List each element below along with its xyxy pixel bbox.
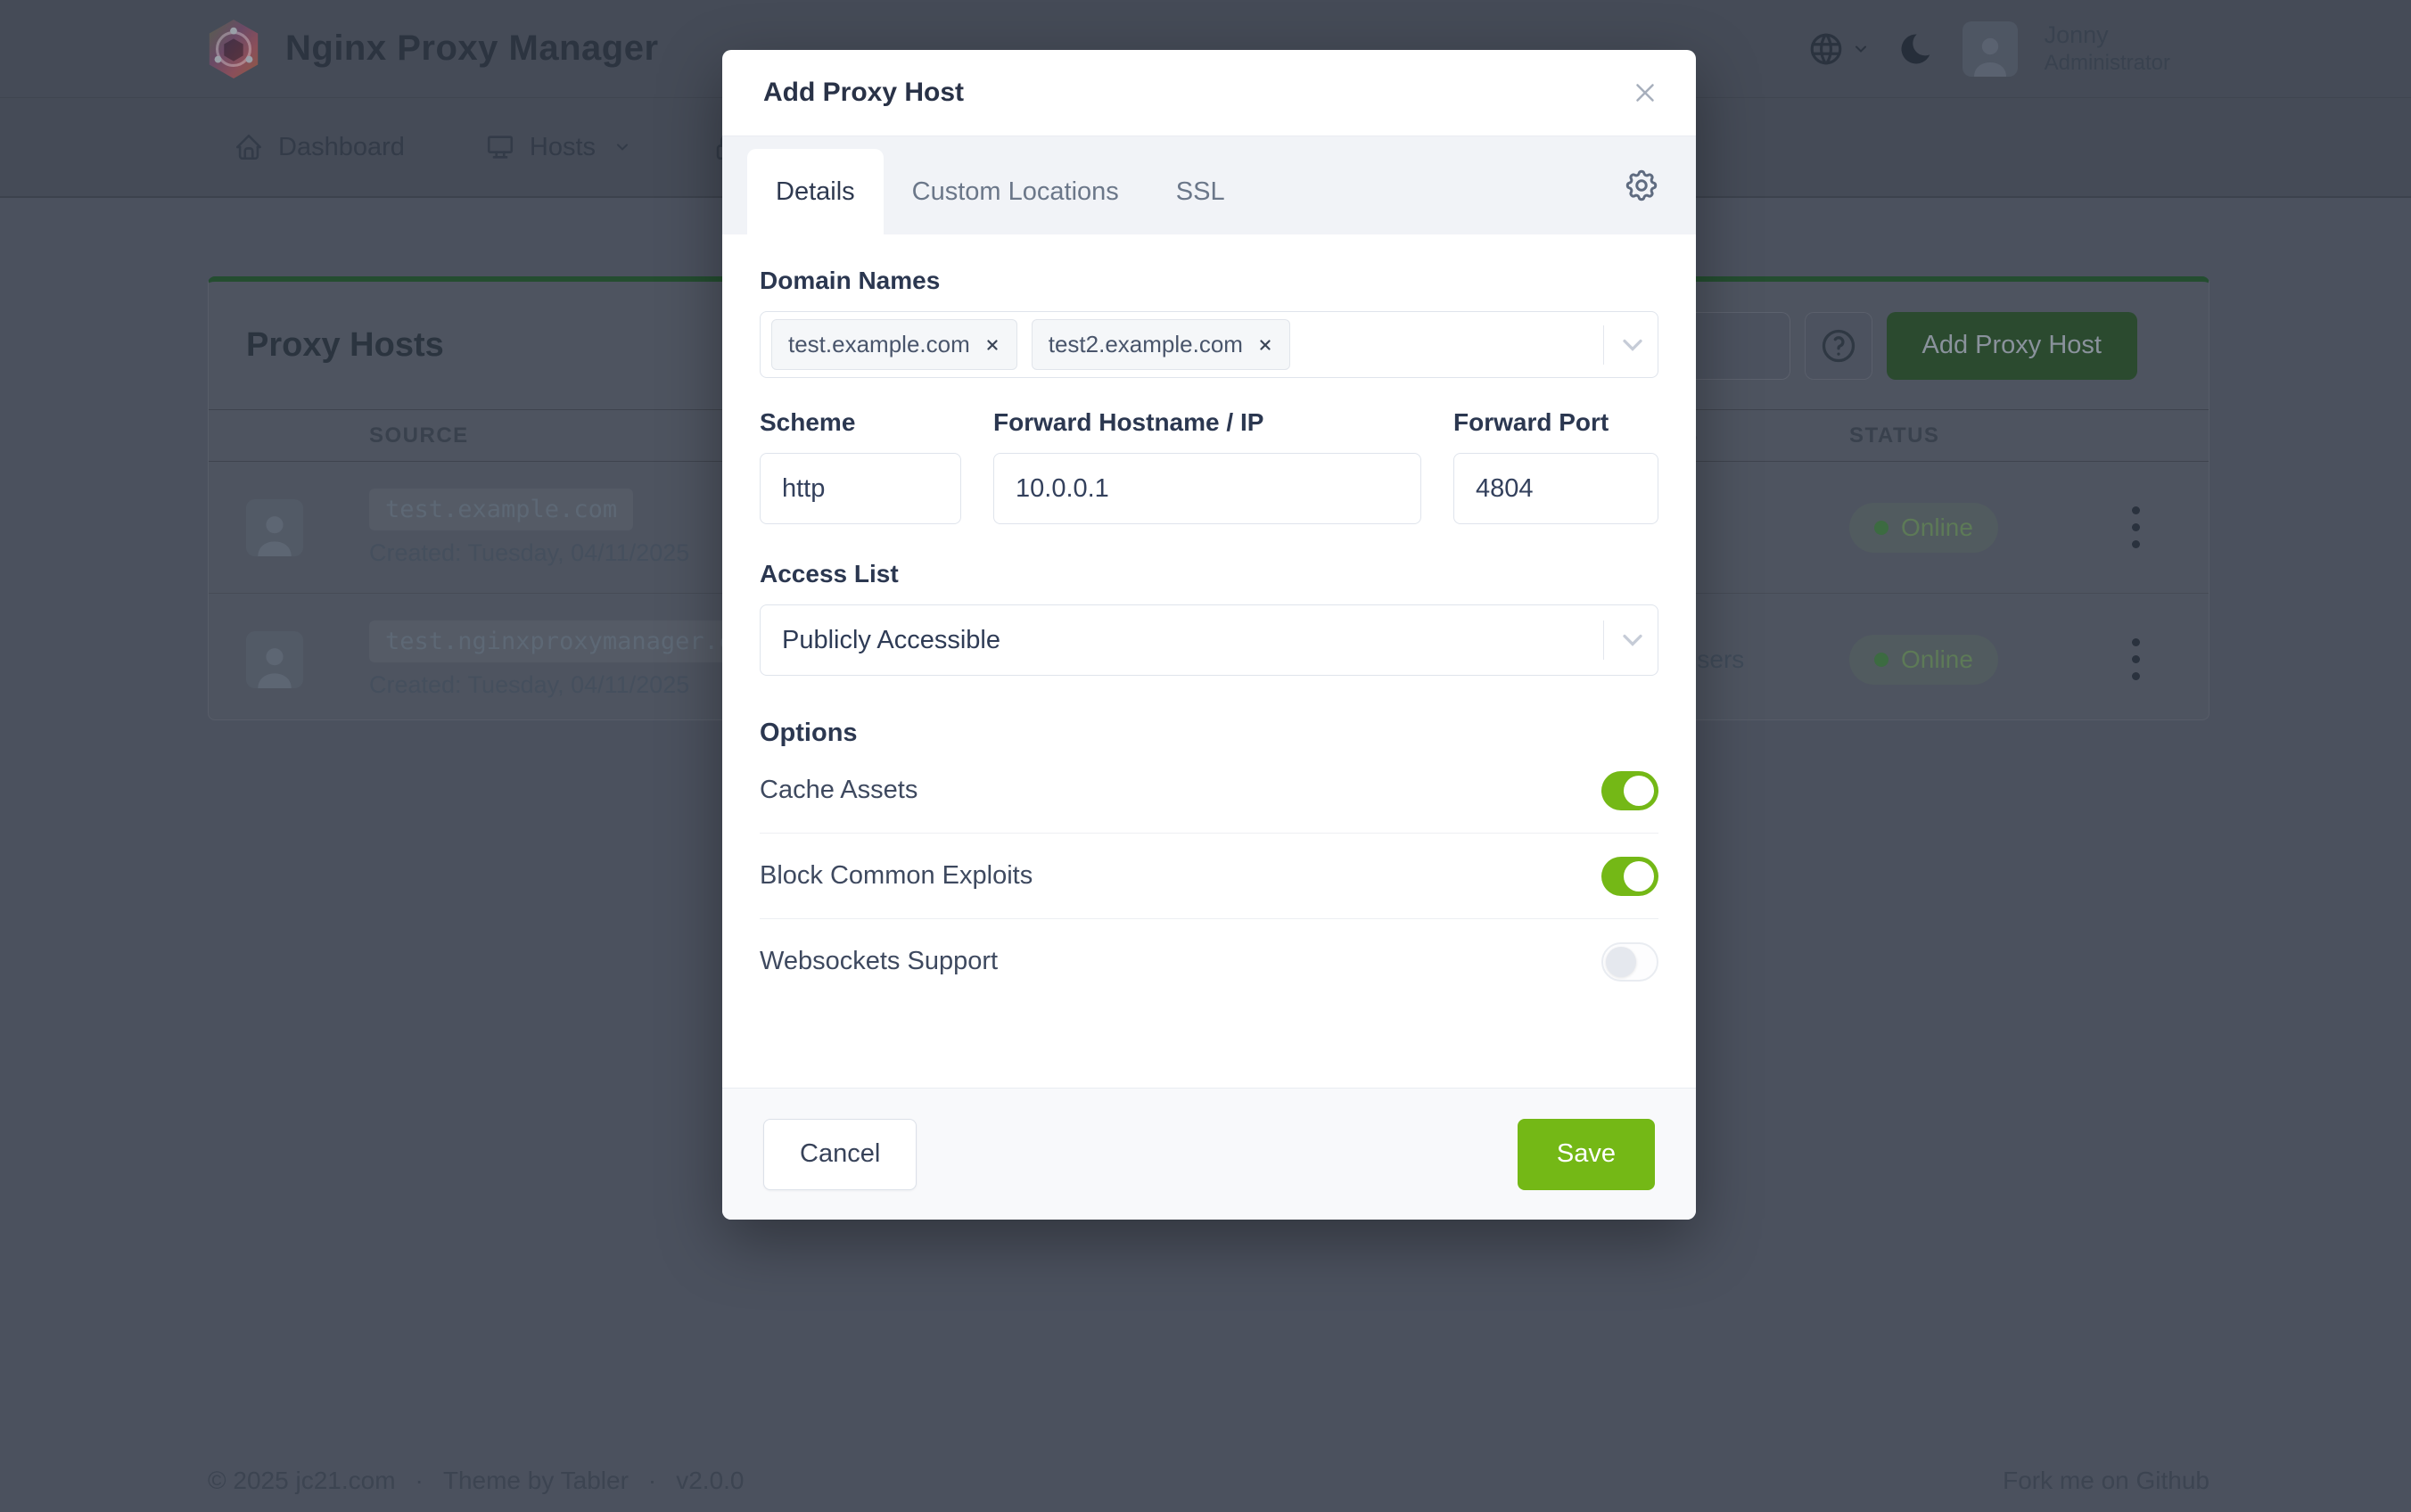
scheme-label: Scheme: [760, 408, 961, 437]
forward-port-field[interactable]: [1453, 453, 1658, 524]
add-proxy-host-button[interactable]: Add Proxy Host: [1887, 312, 2137, 380]
globe-icon: [1807, 30, 1845, 68]
modal-body: Domain Names test.example.com test2.exam…: [722, 234, 1696, 1088]
monitor-icon: [485, 132, 515, 162]
nav-item-hosts[interactable]: Hosts: [485, 132, 631, 162]
option-row-block-exploits: Block Common Exploits: [760, 834, 1658, 919]
access-list-label: Access List: [760, 560, 1658, 588]
cache-assets-label: Cache Assets: [760, 776, 917, 805]
modal-header: Add Proxy Host: [722, 50, 1696, 136]
block-exploits-toggle[interactable]: [1601, 857, 1658, 896]
app-logo-icon: [205, 18, 262, 80]
row-menu-kebab-icon[interactable]: [2132, 506, 2141, 548]
host-avatar: [246, 499, 303, 556]
status-badge: Online: [1849, 503, 1998, 553]
modal-title: Add Proxy Host: [763, 78, 964, 108]
user-role: Administrator: [2045, 50, 2170, 77]
chevron-down-icon[interactable]: [1617, 329, 1649, 361]
moon-icon: [1897, 29, 1936, 69]
remove-tag-icon[interactable]: [1257, 337, 1273, 353]
forward-hostname-label: Forward Hostname / IP: [993, 408, 1421, 437]
websockets-toggle[interactable]: [1601, 942, 1658, 982]
status-dot-icon: [1874, 521, 1888, 535]
user-avatar[interactable]: [1963, 21, 2018, 77]
row-menu-kebab-icon[interactable]: [2132, 638, 2141, 680]
domain-names-input[interactable]: test.example.com test2.example.com: [760, 311, 1658, 378]
user-name: Jonny: [2045, 21, 2170, 51]
theme-link[interactable]: Theme by Tabler: [443, 1467, 629, 1495]
host-domain: test.example.com: [369, 489, 633, 530]
brand: Nginx Proxy Manager: [205, 18, 659, 80]
nav-label-dashboard: Dashboard: [278, 133, 405, 162]
websockets-label: Websockets Support: [760, 947, 998, 976]
block-exploits-label: Block Common Exploits: [760, 861, 1033, 891]
options-heading: Options: [760, 719, 1658, 748]
cancel-button[interactable]: Cancel: [763, 1119, 917, 1190]
dark-mode-toggle-button[interactable]: [1897, 29, 1936, 69]
chevron-down-icon: [613, 138, 631, 156]
version-link[interactable]: v2.0.0: [676, 1467, 744, 1495]
help-button[interactable]: [1805, 312, 1872, 380]
option-row-cache-assets: Cache Assets: [760, 748, 1658, 834]
domain-names-label: Domain Names: [760, 267, 1658, 295]
page-footer: © 2025 jc21.com · Theme by Tabler · v2.0…: [208, 1467, 2209, 1495]
access-list-select[interactable]: Publicly Accessible: [760, 604, 1658, 676]
status-badge: Online: [1849, 635, 1998, 685]
copyright-link[interactable]: © 2025 jc21.com: [208, 1467, 396, 1495]
chevron-down-icon: [1852, 40, 1870, 58]
nav-label-hosts: Hosts: [530, 133, 596, 162]
close-icon[interactable]: [1630, 78, 1660, 108]
option-row-websockets: Websockets Support: [760, 919, 1658, 1004]
modal-tabs: Details Custom Locations SSL: [722, 136, 1696, 234]
forward-hostname-field[interactable]: [993, 453, 1421, 524]
add-proxy-host-modal: Add Proxy Host Details Custom Locations …: [722, 50, 1696, 1220]
header-actions: Jonny Administrator: [1807, 21, 2170, 78]
help-circle-icon: [1819, 326, 1858, 366]
nav-item-dashboard[interactable]: Dashboard: [234, 132, 405, 162]
column-header-status: STATUS: [1831, 423, 2063, 448]
modal-footer: Cancel Save: [722, 1088, 1696, 1220]
host-avatar: [246, 631, 303, 688]
screen: Nginx Proxy Manager: [0, 0, 2411, 1512]
host-domain: test.nginxproxymanager.com: [369, 620, 778, 662]
user-meta: Jonny Administrator: [2045, 21, 2170, 78]
domain-tag: test2.example.com: [1032, 319, 1290, 370]
domain-tag: test.example.com: [771, 319, 1017, 370]
remove-tag-icon[interactable]: [984, 337, 1000, 353]
access-list-value: Publicly Accessible: [782, 626, 1000, 655]
language-menu-button[interactable]: [1807, 30, 1870, 68]
scheme-field[interactable]: [760, 453, 961, 524]
cache-assets-toggle[interactable]: [1601, 771, 1658, 810]
chevron-down-icon: [1617, 624, 1649, 656]
tab-custom-locations[interactable]: Custom Locations: [884, 149, 1148, 234]
status-label: Online: [1901, 514, 1973, 542]
tab-ssl[interactable]: SSL: [1148, 149, 1254, 234]
status-dot-icon: [1874, 653, 1888, 667]
home-icon: [234, 132, 264, 162]
app-title: Nginx Proxy Manager: [285, 29, 659, 69]
proxy-hosts-title: Proxy Hosts: [246, 326, 444, 365]
gear-icon[interactable]: [1623, 167, 1660, 204]
tab-details[interactable]: Details: [747, 149, 884, 234]
status-label: Online: [1901, 645, 1973, 674]
save-button[interactable]: Save: [1518, 1119, 1655, 1190]
forward-port-label: Forward Port: [1453, 408, 1658, 437]
fork-github-link[interactable]: Fork me on Github: [2003, 1467, 2209, 1495]
